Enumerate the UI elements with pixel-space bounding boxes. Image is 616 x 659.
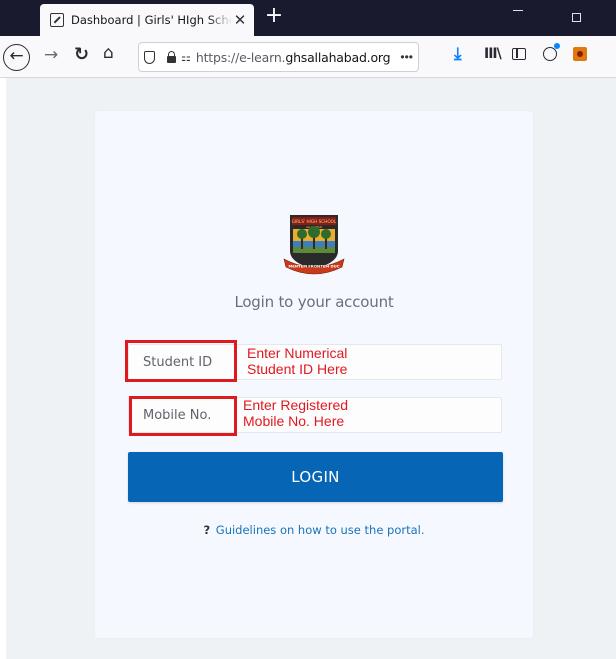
student-id-annotation: Enter Numerical Student ID Here	[247, 345, 347, 377]
lock-icon[interactable]	[167, 50, 176, 63]
navigation-bar: ← → ↻ ⌂ ⚏ https://e-learn.ghsallahabad.o…	[0, 36, 616, 78]
page-viewport: GIRLS' HIGH SCHOOL ALLAHABAD MENTEM FRON…	[6, 78, 616, 659]
minimize-button[interactable]	[513, 10, 523, 11]
url-text[interactable]: https://e-learn.ghsallahabad.org	[196, 50, 397, 65]
reload-icon[interactable]: ↻	[74, 44, 89, 65]
new-tab-button[interactable]: +	[262, 4, 286, 28]
address-bar[interactable]: ⚏ https://e-learn.ghsallahabad.org •••	[138, 42, 419, 72]
login-button[interactable]: LOGIN	[128, 452, 503, 502]
download-icon[interactable]: ⤓	[454, 44, 462, 64]
school-crest-logo: GIRLS' HIGH SCHOOL ALLAHABAD MENTEM FRON…	[283, 215, 345, 275]
mobile-annotation-line-2: Mobile No. Here	[243, 413, 345, 429]
extension-icon[interactable]	[573, 47, 587, 61]
mobile-annotation-line-1: Enter Registered	[243, 397, 349, 413]
favicon-icon	[50, 13, 64, 27]
url-domain: ghsallahabad.org	[285, 49, 391, 65]
logo-top-text: GIRLS' HIGH SCHOOL	[292, 219, 337, 224]
account-notification-dot	[554, 43, 560, 49]
mobile-annotation: Enter Registered Mobile No. Here	[243, 397, 348, 429]
back-arrow-icon[interactable]: ←	[3, 44, 30, 71]
url-prefix: https://e-learn.	[195, 49, 286, 65]
forward-arrow-icon[interactable]: →	[44, 45, 58, 65]
account-icon[interactable]	[543, 47, 557, 61]
tab-dashboard[interactable]: Dashboard | Girls' HIgh School | Allahab…	[40, 4, 254, 36]
permissions-icon[interactable]: ⚏	[181, 51, 191, 64]
maximize-button[interactable]	[572, 13, 581, 22]
home-icon[interactable]: ⌂	[103, 43, 114, 63]
login-heading: Login to your account	[234, 293, 394, 311]
mobile-highlight-box	[129, 396, 237, 436]
close-icon[interactable]: ✕	[232, 11, 248, 29]
library-icon[interactable]: III\	[484, 46, 502, 62]
login-card: GIRLS' HIGH SCHOOL ALLAHABAD MENTEM FRON…	[95, 111, 533, 638]
student-id-highlight-box	[125, 340, 237, 382]
guidelines-row: ? Guidelines on how to use the portal.	[95, 523, 533, 537]
tab-title: Dashboard | Girls' HIgh School | Allahab…	[71, 13, 232, 27]
page-actions-button[interactable]: •••	[400, 50, 413, 64]
guidelines-link[interactable]: Guidelines on how to use the portal.	[216, 523, 425, 537]
sidebar-icon[interactable]	[512, 48, 526, 60]
student-id-annotation-line-1: Enter Numerical	[247, 345, 348, 361]
student-id-annotation-line-2: Student ID Here	[247, 361, 348, 377]
tab-strip: Dashboard | Girls' HIgh School | Allahab…	[0, 0, 616, 36]
shield-icon[interactable]	[144, 50, 155, 64]
logo-motto: MENTEM FRONTEM DUC	[288, 264, 339, 269]
question-icon: ?	[203, 523, 211, 537]
